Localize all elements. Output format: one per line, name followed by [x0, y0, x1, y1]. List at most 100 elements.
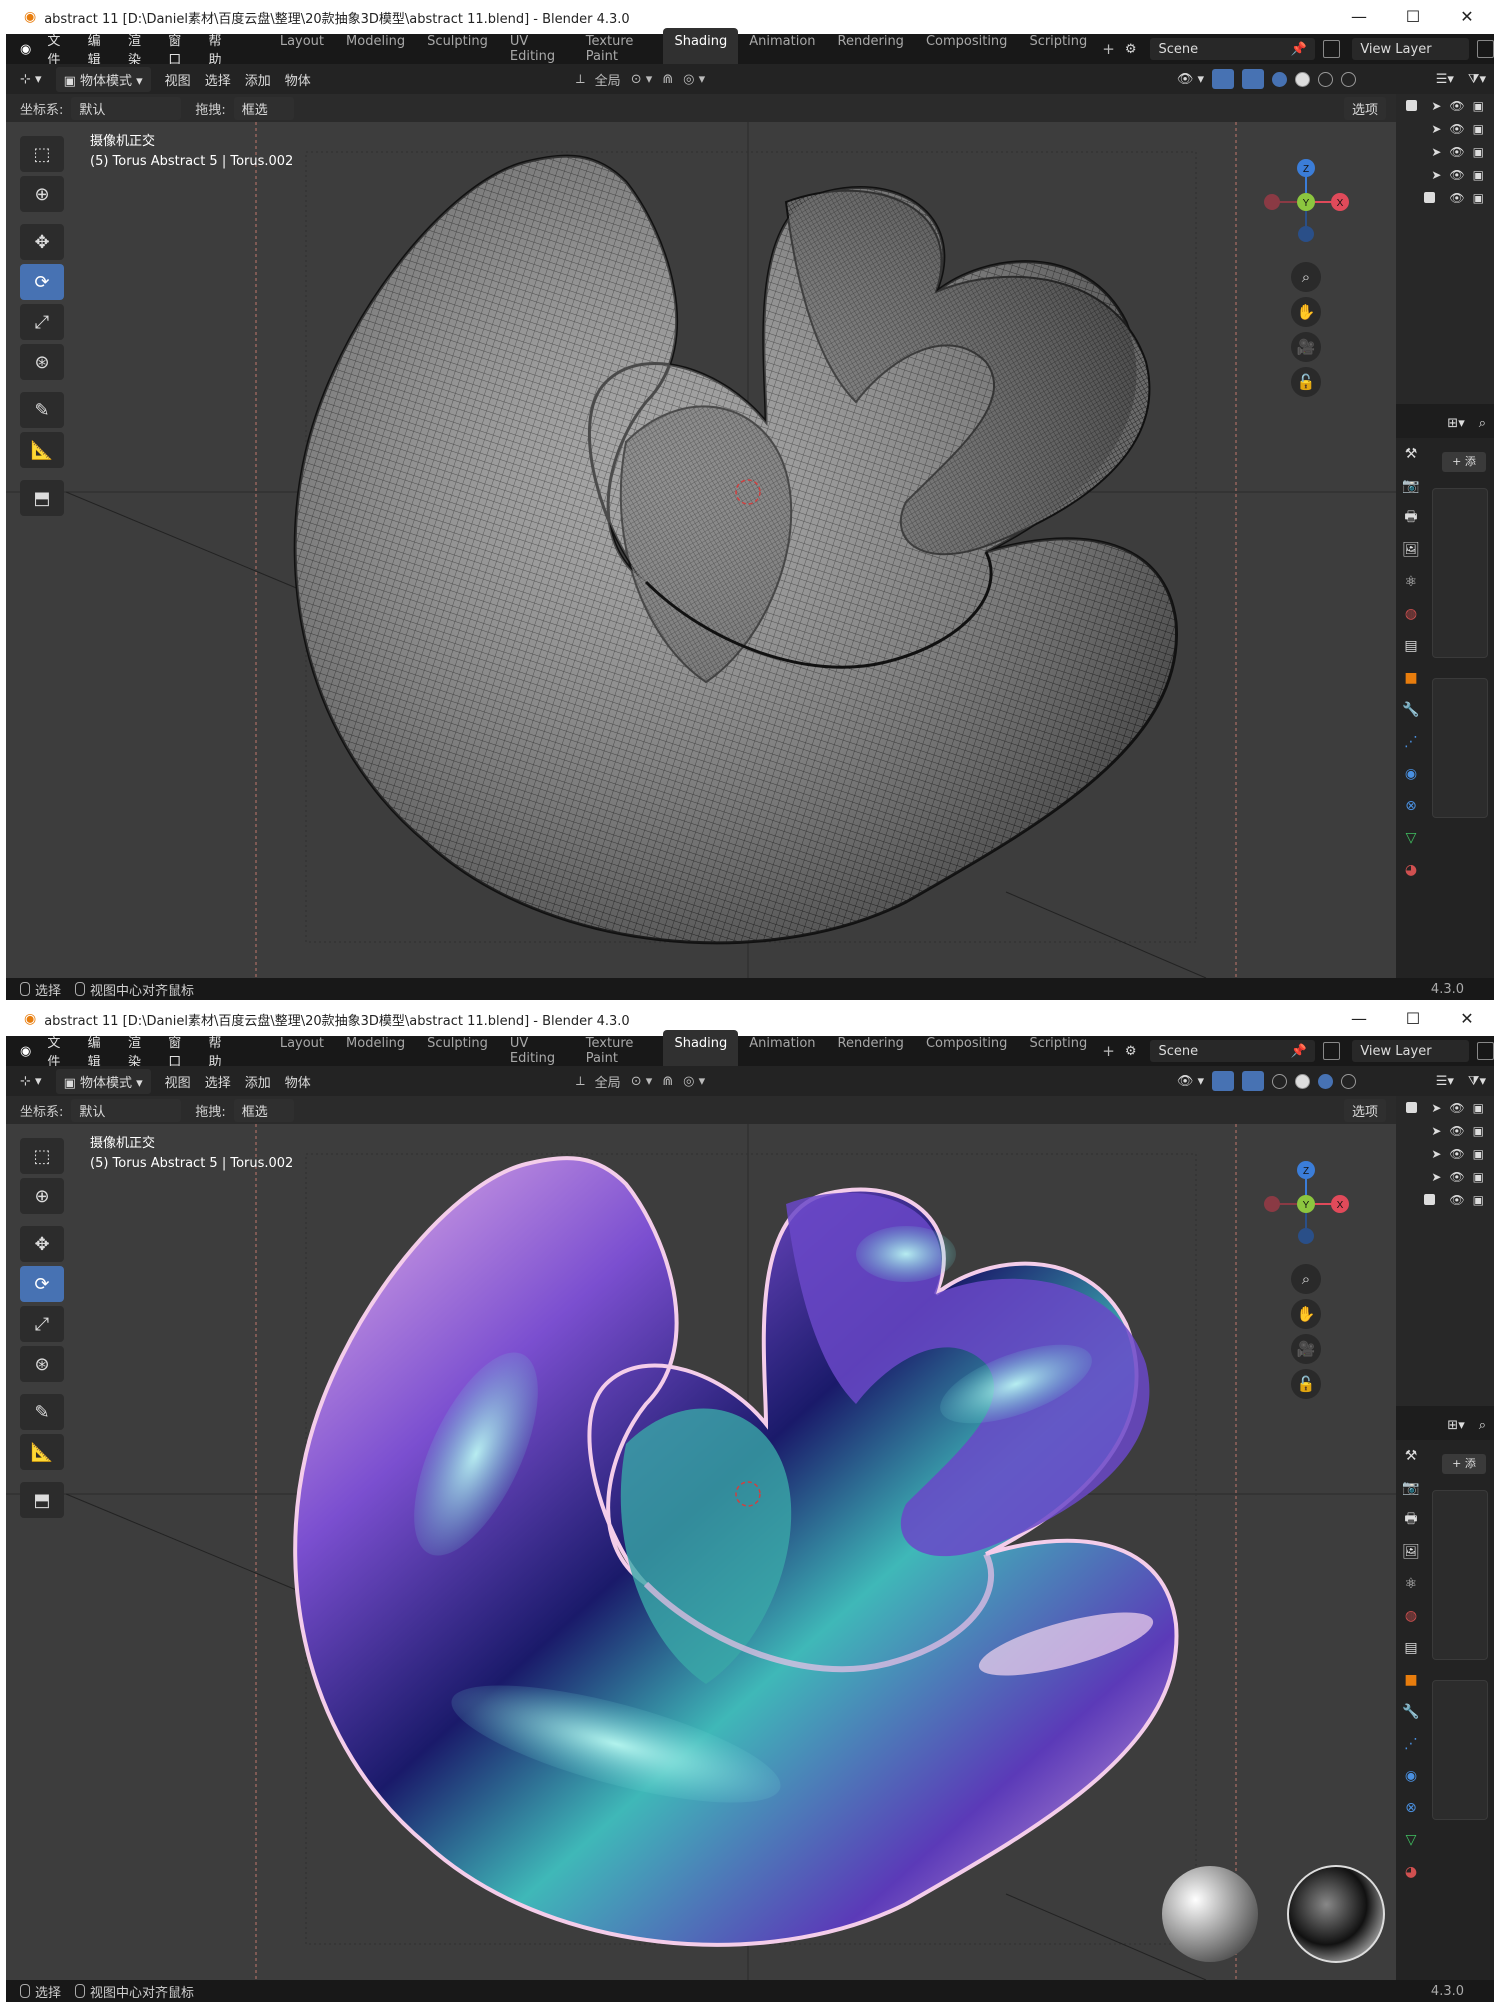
particles-tab-icon[interactable]: ⋰ — [1396, 1728, 1426, 1760]
eye-icon[interactable]: 👁 — [1449, 1101, 1464, 1115]
annotate-tool-icon[interactable]: ✎ — [20, 392, 64, 428]
constraints-tab-icon[interactable]: ⊗ — [1396, 790, 1426, 822]
menu-view[interactable]: 视图 — [165, 1072, 191, 1091]
3d-viewport[interactable]: 摄像机正交 (5) Torus Abstract 5 | Torus.002 ⬚… — [6, 122, 1396, 978]
eye-icon[interactable]: 👁 — [1449, 168, 1464, 182]
world-tab-icon[interactable]: ◍ — [1396, 598, 1426, 630]
mode-selector[interactable]: ▣ 物体模式 ▾ — [55, 66, 151, 92]
object-tab-icon[interactable]: ■ — [1396, 1664, 1426, 1696]
blender-menu-icon[interactable]: ◉ — [20, 1044, 31, 1059]
outliner-row[interactable]: ➤ 👁 ▣ — [1396, 1119, 1494, 1142]
camera-icon[interactable]: ▣ — [1473, 168, 1484, 182]
add-workspace-button[interactable]: + — [1102, 40, 1115, 58]
camera-view-icon[interactable]: 🎥 — [1291, 1334, 1321, 1364]
rotate-tool-icon[interactable]: ⟳ — [20, 264, 64, 300]
select-arrow-icon[interactable]: ➤ — [1431, 99, 1441, 113]
select-arrow-icon[interactable]: ➤ — [1431, 1124, 1441, 1138]
render-tab-icon[interactable]: 📷 — [1396, 470, 1426, 502]
physics-tab-icon[interactable]: ◉ — [1396, 758, 1426, 790]
wireframe-shading-icon[interactable] — [1272, 71, 1287, 87]
transform-tool-icon[interactable]: ⊛ — [20, 344, 64, 380]
add-workspace-button[interactable]: + — [1102, 1042, 1115, 1060]
world-tab-icon[interactable]: ◍ — [1396, 1600, 1426, 1632]
pin-icon[interactable]: 📌 — [1291, 1044, 1307, 1059]
transform-tool-icon[interactable]: ⊛ — [20, 1346, 64, 1382]
eye-icon[interactable]: 👁 — [1449, 122, 1464, 136]
camera-icon[interactable]: ▣ — [1473, 122, 1484, 136]
overlay-toggle-icon[interactable] — [1242, 1071, 1264, 1091]
modifier-panel[interactable] — [1432, 1680, 1488, 1820]
camera-icon[interactable]: ▣ — [1473, 145, 1484, 159]
eye-icon[interactable]: 👁 — [1449, 191, 1464, 205]
menu-render[interactable]: 渲染 — [128, 1032, 152, 1070]
eye-icon[interactable]: 👁 — [1449, 99, 1464, 113]
particles-tab-icon[interactable]: ⋰ — [1396, 726, 1426, 758]
scene-tab-icon[interactable]: ⚛ — [1396, 566, 1426, 598]
drag-dropdown[interactable]: 框选 — [233, 96, 294, 120]
scene-selector[interactable]: Scene 📌 — [1150, 38, 1315, 60]
select-arrow-icon[interactable]: ➤ — [1431, 1170, 1441, 1184]
minimize-button[interactable]: — — [1332, 1002, 1386, 1036]
snap-icon[interactable]: ⋒ — [662, 1074, 673, 1089]
view-layer-selector[interactable]: View Layer — [1352, 1040, 1469, 1062]
menu-file[interactable]: 文件 — [47, 30, 71, 68]
camera-icon[interactable]: ▣ — [1473, 1170, 1484, 1184]
props-editor-icon[interactable]: ⊞▾ — [1447, 1418, 1464, 1433]
lock-icon[interactable]: 🔓 — [1291, 1369, 1321, 1399]
close-button[interactable]: ✕ — [1440, 1002, 1494, 1036]
lock-icon[interactable]: 🔓 — [1291, 367, 1321, 397]
camera-icon[interactable]: ▣ — [1473, 191, 1484, 205]
pivot-icon[interactable]: ⊙ ▾ — [631, 72, 653, 87]
menu-object[interactable]: 物体 — [285, 70, 311, 89]
navigation-gizmo[interactable]: Z X Y ⌕ ✋ 🎥 🔓 — [1246, 152, 1366, 397]
new-view-layer-icon[interactable] — [1476, 1042, 1494, 1060]
solid-shading-icon[interactable] — [1295, 71, 1310, 87]
select-arrow-icon[interactable]: ➤ — [1431, 1101, 1441, 1115]
zoom-icon[interactable]: ⌕ — [1291, 1264, 1321, 1294]
outliner-row[interactable]: ➤ 👁 ▣ — [1396, 1096, 1494, 1119]
outliner-row[interactable]: ➤ 👁 ▣ — [1396, 1142, 1494, 1165]
outliner-filter-icon[interactable]: ⧩▾ — [1468, 1074, 1486, 1089]
data-tab-icon[interactable]: ▽ — [1396, 1824, 1426, 1856]
outliner-row[interactable]: 👁 ▣ — [1396, 1188, 1494, 1211]
cursor-tool-icon[interactable]: ⊕ — [20, 1178, 64, 1214]
move-tool-icon[interactable]: ✥ — [20, 1226, 64, 1262]
menu-view[interactable]: 视图 — [165, 70, 191, 89]
close-button[interactable]: ✕ — [1440, 0, 1494, 34]
material-tab-icon[interactable]: ◕ — [1396, 854, 1426, 886]
output-tab-icon[interactable]: 🖶 — [1396, 502, 1426, 534]
scene-icon[interactable]: ⚙ — [1125, 1044, 1137, 1059]
view-layer-selector[interactable]: View Layer — [1352, 38, 1469, 60]
options-dropdown[interactable]: 选项 — [1343, 96, 1386, 120]
material-shading-icon[interactable] — [1318, 1073, 1333, 1089]
3d-viewport[interactable]: 摄像机正交 (5) Torus Abstract 5 | Torus.002 ⬚… — [6, 1124, 1396, 1980]
outliner-row[interactable]: 👁 ▣ — [1396, 186, 1494, 209]
outliner-display-icon[interactable]: ☰▾ — [1436, 72, 1454, 87]
visibility-icon[interactable]: 👁 ▾ — [1177, 72, 1204, 87]
menu-add[interactable]: 添加 — [245, 70, 271, 89]
drag-dropdown[interactable]: 框选 — [233, 1098, 294, 1122]
checkbox-icon[interactable] — [1424, 1194, 1436, 1205]
camera-view-icon[interactable]: 🎥 — [1291, 332, 1321, 362]
pivot-icon[interactable]: ⊙ ▾ — [631, 1074, 653, 1089]
menu-help[interactable]: 帮助 — [209, 1032, 233, 1070]
minimize-button[interactable]: — — [1332, 0, 1386, 34]
physics-tab-icon[interactable]: ◉ — [1396, 1760, 1426, 1792]
add-modifier-button[interactable]: + 添 — [1442, 1454, 1486, 1474]
menu-window[interactable]: 窗口 — [168, 30, 192, 68]
measure-tool-icon[interactable]: 📐 — [20, 1434, 64, 1470]
scene-tab-icon[interactable]: ⚛ — [1396, 1568, 1426, 1600]
camera-icon[interactable]: ▣ — [1473, 1147, 1484, 1161]
eye-icon[interactable]: 👁 — [1449, 1193, 1464, 1207]
new-scene-icon[interactable] — [1322, 1042, 1341, 1060]
menu-file[interactable]: 文件 — [47, 1032, 71, 1070]
gizmo-toggle-icon[interactable] — [1212, 1071, 1234, 1091]
maximize-button[interactable]: ☐ — [1386, 0, 1440, 34]
scale-tool-icon[interactable]: ⤢ — [20, 1306, 64, 1342]
modifier-panel[interactable] — [1432, 488, 1488, 658]
scale-tool-icon[interactable]: ⤢ — [20, 304, 64, 340]
transform-orientation[interactable]: 全局 — [595, 1072, 621, 1091]
modifier-tab-icon[interactable]: 🔧 — [1396, 694, 1426, 726]
menu-edit[interactable]: 编辑 — [88, 1032, 112, 1070]
menu-edit[interactable]: 编辑 — [88, 30, 112, 68]
